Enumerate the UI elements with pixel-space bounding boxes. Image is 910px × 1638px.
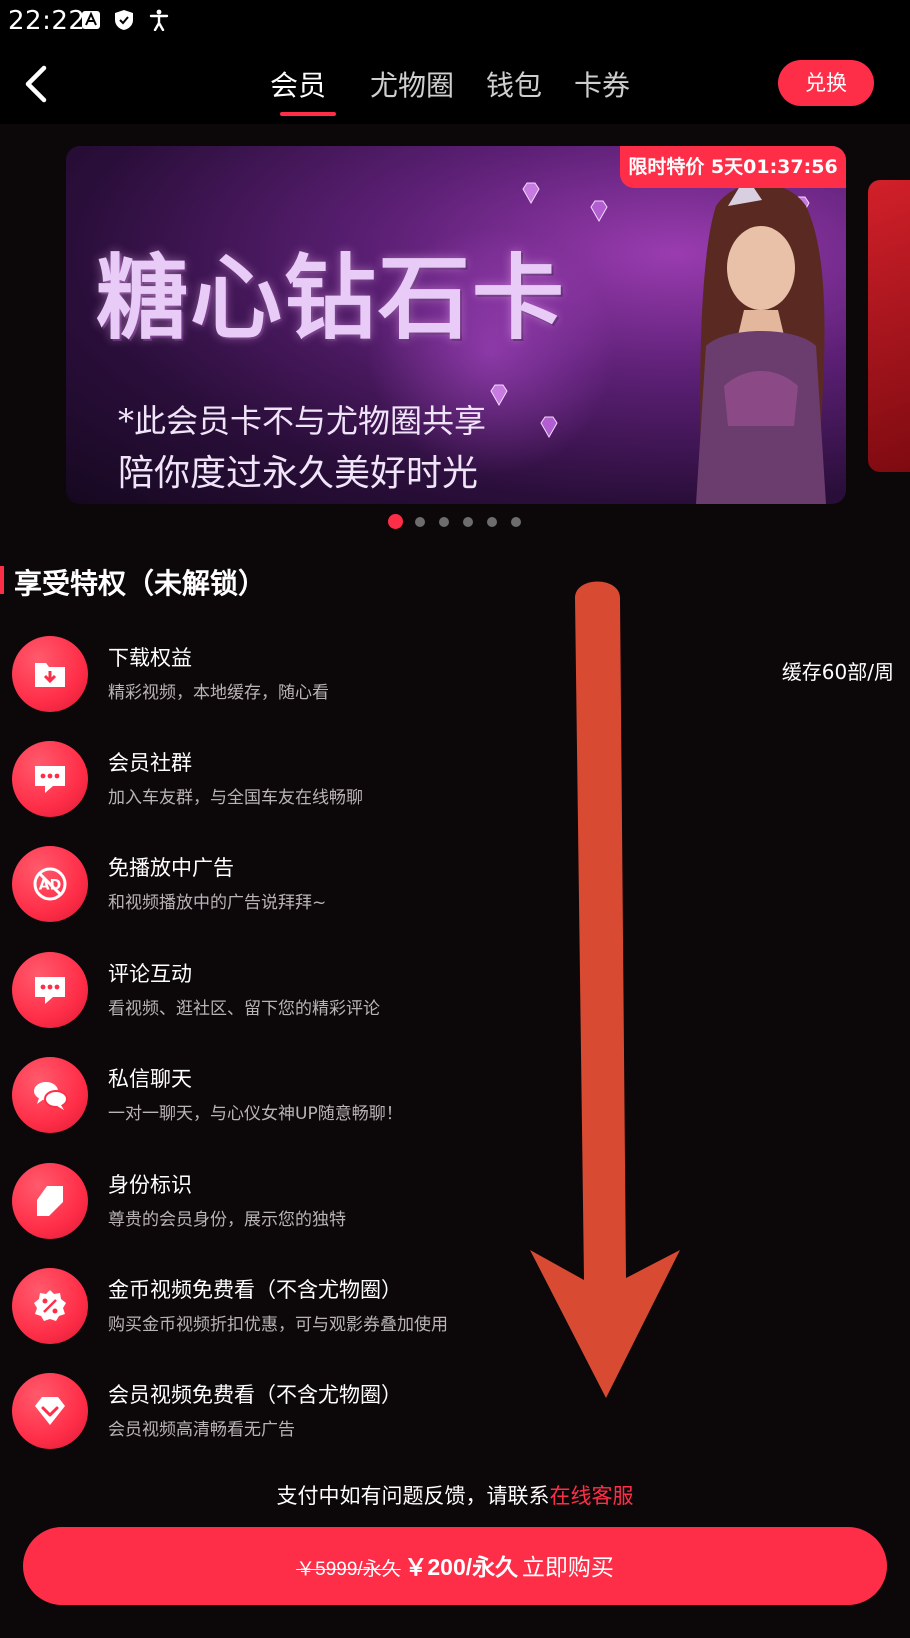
privilege-title: 下载权益 xyxy=(108,646,192,670)
scroll-down-arrow-overlay xyxy=(530,581,680,1398)
private-message-icon xyxy=(12,1057,88,1133)
carousel-dot[interactable] xyxy=(439,517,449,527)
limited-offer-badge: 限时特价 5天01:37:56 xyxy=(620,146,846,188)
accessibility-icon xyxy=(149,9,169,31)
privilege-desc: 购买金币视频折扣优惠，可与观影券叠加使用 xyxy=(108,1315,448,1335)
diamond-decoration-icon xyxy=(540,416,558,439)
status-time: 22:22 xyxy=(8,6,86,36)
comment-icon xyxy=(12,952,88,1028)
tab-youwu-circle[interactable]: 尤物圈 xyxy=(370,64,454,104)
status-bar: 22:22 xyxy=(0,0,910,44)
privilege-title: 会员社群 xyxy=(108,751,192,775)
diamond-decoration-icon xyxy=(522,182,540,205)
banner-slide[interactable]: 糖心钻石卡 *此会员卡不与尤物圈共享 陪你度过永久美好时光 xyxy=(66,146,846,504)
buy-now-button[interactable]: ￥5999/永久 ￥200/永久 立即购买 xyxy=(23,1527,887,1605)
section-accent-bar xyxy=(0,566,4,594)
privilege-desc: 看视频、逛社区、留下您的精彩评论 xyxy=(108,999,380,1019)
diamond-icon xyxy=(12,1373,88,1449)
tab-wallet[interactable]: 钱包 xyxy=(486,64,542,104)
model-figure-image xyxy=(696,176,826,504)
carousel-dot[interactable] xyxy=(388,514,403,529)
privilege-item-private-chat: 私信聊天 一对一聊天，与心仪女神UP随意畅聊！ xyxy=(0,1055,910,1135)
privilege-desc: 会员视频高清畅看无广告 xyxy=(108,1420,295,1440)
privilege-desc: 加入车友群，与全国车友在线畅聊 xyxy=(108,788,363,808)
discount-icon xyxy=(12,1268,88,1344)
redeem-button[interactable]: 兑换 xyxy=(778,60,874,106)
privilege-title: 私信聊天 xyxy=(108,1067,192,1091)
cache-quota: 缓存60部/周 xyxy=(781,660,894,684)
carousel-dot[interactable] xyxy=(463,517,473,527)
privilege-item-identity: 身份标识 尊贵的会员身份，展示您的独特 xyxy=(0,1161,910,1241)
privilege-title: 金币视频免费看（不含尤物圈） xyxy=(108,1278,402,1302)
payment-help-text: 支付中如有问题反馈，请联系在线客服 xyxy=(0,1480,910,1510)
identity-badge-icon xyxy=(12,1163,88,1239)
font-icon xyxy=(82,11,100,29)
privilege-item-download: 下载权益 精彩视频，本地缓存，随心看 缓存60部/周 xyxy=(0,634,910,714)
carousel-dot[interactable] xyxy=(415,517,425,527)
privilege-item-no-ads: AD 免播放中广告 和视频播放中的广告说拜拜~ xyxy=(0,844,910,924)
privilege-desc: 一对一聊天，与心仪女神UP随意畅聊！ xyxy=(108,1104,403,1124)
banner-slogan: 陪你度过永久美好时光 xyxy=(118,453,479,494)
no-ad-icon: AD xyxy=(12,846,88,922)
sale-price: ￥200/永久 xyxy=(404,1554,519,1580)
carousel-dot[interactable] xyxy=(487,517,497,527)
next-banner-slide[interactable] xyxy=(868,180,910,472)
privilege-item-member-videos: 会员视频免费看（不含尤物圈） 会员视频高清畅看无广告 xyxy=(0,1371,910,1451)
privilege-desc: 和视频播放中的广告说拜拜~ xyxy=(108,893,327,913)
download-folder-icon xyxy=(12,636,88,712)
privilege-title: 免播放中广告 xyxy=(108,856,234,880)
buy-now-label: 立即购买 xyxy=(521,1554,614,1580)
original-price: ￥5999/永久 xyxy=(296,1559,401,1580)
top-nav: 会员 尤物圈 钱包 卡券 兑换 xyxy=(0,44,910,124)
banner-title: 糖心钻石卡 xyxy=(96,244,567,352)
carousel-dot[interactable] xyxy=(511,517,521,527)
privilege-desc: 精彩视频，本地缓存，随心看 xyxy=(108,683,329,703)
privilege-item-comments: 评论互动 看视频、逛社区、留下您的精彩评论 xyxy=(0,950,910,1030)
privileges-section-title: 享受特权（未解锁） xyxy=(14,567,267,600)
banner-subtitle: *此会员卡不与尤物圈共享 xyxy=(118,402,487,440)
privilege-title: 身份标识 xyxy=(108,1173,192,1197)
privilege-title: 会员视频免费看（不含尤物圈） xyxy=(108,1383,402,1407)
online-support-link[interactable]: 在线客服 xyxy=(550,1484,634,1508)
diamond-decoration-icon xyxy=(490,384,508,407)
privilege-title: 评论互动 xyxy=(108,962,192,986)
tab-coupons[interactable]: 卡券 xyxy=(574,64,630,104)
tab-membership[interactable]: 会员 xyxy=(270,64,326,104)
active-tab-indicator xyxy=(280,112,336,116)
shield-icon xyxy=(115,10,133,30)
diamond-decoration-icon xyxy=(590,200,608,223)
privilege-desc: 尊贵的会员身份，展示您的独特 xyxy=(108,1210,346,1230)
help-message: 支付中如有问题反馈，请联系 xyxy=(276,1484,550,1508)
privilege-item-community: 会员社群 加入车友群，与全国车友在线畅聊 xyxy=(0,739,910,819)
back-arrow-icon[interactable] xyxy=(18,62,62,106)
privilege-item-coin-videos: 金币视频免费看（不含尤物圈） 购买金币视频折扣优惠，可与观影券叠加使用 xyxy=(0,1266,910,1346)
chat-bubble-icon xyxy=(12,741,88,817)
